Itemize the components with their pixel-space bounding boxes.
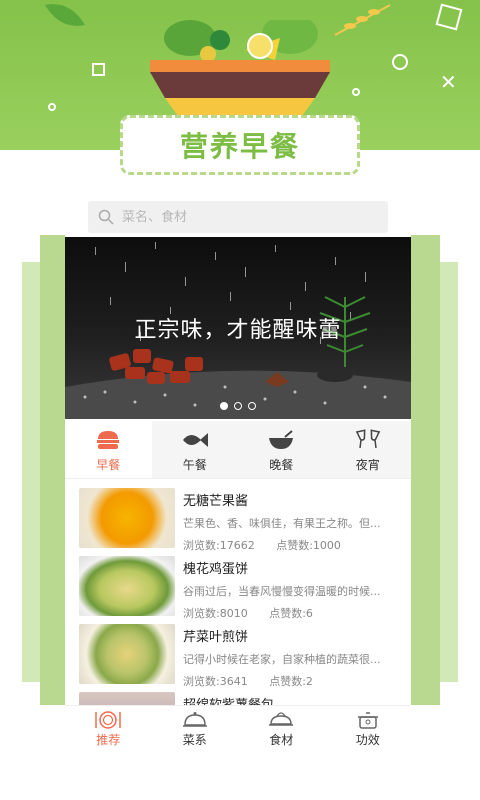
view-count: 浏览数:8010 — [183, 607, 248, 620]
carousel-dot-1[interactable] — [220, 402, 228, 410]
tab-label: 午餐 — [182, 457, 207, 472]
page-title: 营养早餐 — [179, 130, 300, 163]
tab-dinner[interactable]: 晚餐 — [238, 421, 325, 478]
list-item[interactable]: 芹菜叶煎饼 记得小时候在老家，自家种植的蔬菜很... 浏览数:3641 点赞数:… — [79, 624, 399, 692]
tab-label: 夜宵 — [355, 457, 380, 472]
cloche-icon — [181, 709, 209, 731]
recipe-title: 槐花鸡蛋饼 — [183, 562, 249, 577]
list-item[interactable]: 槐花鸡蛋饼 谷雨过后，当春风慢慢变得温暖的时候... 浏览数:8010 点赞数:… — [79, 556, 399, 624]
carousel-dot-3[interactable] — [248, 402, 256, 410]
burger-icon — [95, 427, 121, 453]
tab-breakfast[interactable]: 早餐 — [65, 421, 152, 478]
chicken-icon — [267, 709, 295, 731]
promo-banner[interactable]: 正宗味，才能醒味蕾 — [65, 237, 411, 419]
recipe-thumbnail — [79, 624, 175, 684]
tab-label: 晚餐 — [269, 457, 294, 472]
nav-effects[interactable]: 功效 — [325, 706, 412, 751]
bowl-icon — [267, 427, 295, 453]
wheat-illustration — [334, 4, 391, 36]
carousel-dots[interactable] — [220, 402, 256, 410]
nav-label: 功效 — [355, 733, 380, 747]
pot-icon — [354, 709, 382, 731]
decor-circle — [48, 103, 56, 111]
nav-cuisine[interactable]: 菜系 — [152, 706, 239, 751]
page-title-banner: 营养早餐 — [120, 115, 360, 175]
decor-square — [435, 3, 463, 31]
recipe-title: 芹菜叶煎饼 — [183, 630, 249, 645]
decor-square — [92, 63, 105, 76]
recipe-description: 谷雨过后，当春风慢慢变得温暖的时候... — [183, 585, 381, 598]
fish-icon — [181, 427, 209, 453]
recipe-thumbnail — [79, 488, 175, 548]
tab-lunch[interactable]: 午餐 — [151, 421, 238, 478]
meal-tabs: 早餐 午餐 晚餐 夜宵 — [65, 421, 411, 479]
wine-glasses-icon — [354, 427, 382, 453]
bottom-navigation: 推荐 菜系 食材 功效 — [65, 705, 411, 751]
recipe-title: 无糖芒果酱 — [183, 494, 249, 509]
nav-label: 菜系 — [182, 733, 207, 747]
decor-circle — [392, 54, 408, 70]
decor-circle — [352, 88, 360, 96]
side-decor-panel — [410, 235, 440, 705]
recipe-description: 记得小时候在老家，自家种植的蔬菜很... — [183, 653, 381, 666]
nav-label: 推荐 — [96, 733, 121, 747]
nav-recommend[interactable]: 推荐 — [65, 706, 152, 751]
recipe-stats: 浏览数:8010 点赞数:6 — [183, 605, 399, 621]
recipe-thumbnail — [79, 556, 175, 616]
recipe-stats: 浏览数:3641 点赞数:2 — [183, 673, 399, 689]
view-count: 浏览数:3641 — [183, 675, 248, 688]
search-icon — [98, 209, 114, 225]
leaf-illustration — [45, 4, 85, 26]
decor-x-icon: ✕ — [440, 70, 457, 94]
carousel-dot-2[interactable] — [234, 402, 242, 410]
banner-text: 正宗味，才能醒味蕾 — [134, 318, 342, 343]
recipe-description: 芒果色、香、味俱佳，有果王之称。但... — [183, 517, 381, 530]
like-count: 点赞数:2 — [269, 675, 313, 688]
tab-label: 早餐 — [96, 457, 121, 472]
search-bar[interactable] — [88, 201, 388, 233]
list-item[interactable]: 无糖芒果酱 芒果色、香、味俱佳，有果王之称。但... 浏览数:17662 点赞数… — [79, 488, 399, 556]
nav-ingredients[interactable]: 食材 — [238, 706, 325, 751]
tab-late-night[interactable]: 夜宵 — [324, 421, 411, 478]
like-count: 点赞数:6 — [269, 607, 313, 620]
salad-bowl-illustration — [150, 20, 330, 116]
like-count: 点赞数:1000 — [276, 539, 341, 552]
nav-label: 食材 — [269, 733, 294, 747]
plate-cutlery-icon — [93, 709, 123, 731]
recipe-stats: 浏览数:17662 点赞数:1000 — [183, 537, 399, 553]
view-count: 浏览数:17662 — [183, 539, 255, 552]
phone-screen: 正宗味，才能醒味蕾 早餐 午餐 — [65, 195, 411, 750]
search-input[interactable] — [122, 209, 362, 225]
